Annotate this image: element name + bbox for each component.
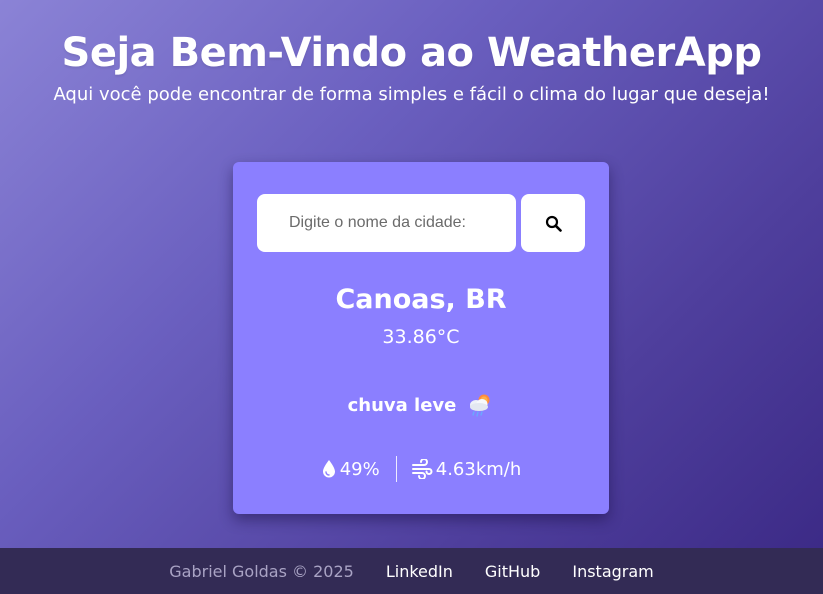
humidity-stat: 49%: [321, 459, 380, 480]
water-drop-icon: [322, 460, 335, 478]
stats-divider: [395, 456, 397, 482]
search-bar: [257, 194, 585, 252]
search-button[interactable]: [521, 194, 585, 252]
linkedin-link[interactable]: LinkedIn: [386, 562, 453, 581]
city-search-input[interactable]: [257, 194, 516, 252]
wind-icon: [411, 459, 433, 479]
search-icon: [545, 215, 562, 232]
page-title: Seja Bem-Vindo ao WeatherApp: [61, 30, 762, 76]
page-subtitle: Aqui você pode encontrar de forma simple…: [53, 84, 770, 105]
copyright-text: Gabriel Goldas © 2025: [169, 561, 354, 581]
wind-stat: 4.63km/h: [411, 458, 522, 480]
weather-description: chuva leve: [347, 394, 457, 416]
weather-stats: 49% 4.63km/h: [233, 456, 609, 482]
page-header: Seja Bem-Vindo ao WeatherApp Aqui você p…: [0, 30, 823, 105]
wind-value: 4.63km/h: [435, 458, 522, 480]
city-name: Canoas, BR: [335, 284, 507, 315]
weather-condition: chuva leve: [233, 392, 609, 418]
instagram-link[interactable]: Instagram: [572, 562, 653, 581]
temperature: 33.86°C: [382, 326, 460, 348]
weather-card: Canoas, BR 33.86°C chuva leve 49%: [233, 162, 609, 514]
page-footer: Gabriel Goldas © 2025 LinkedIn GitHub In…: [0, 548, 823, 594]
rain-cloud-sun-icon: [470, 394, 490, 417]
humidity-value: 49%: [339, 458, 380, 480]
github-link[interactable]: GitHub: [485, 562, 540, 581]
